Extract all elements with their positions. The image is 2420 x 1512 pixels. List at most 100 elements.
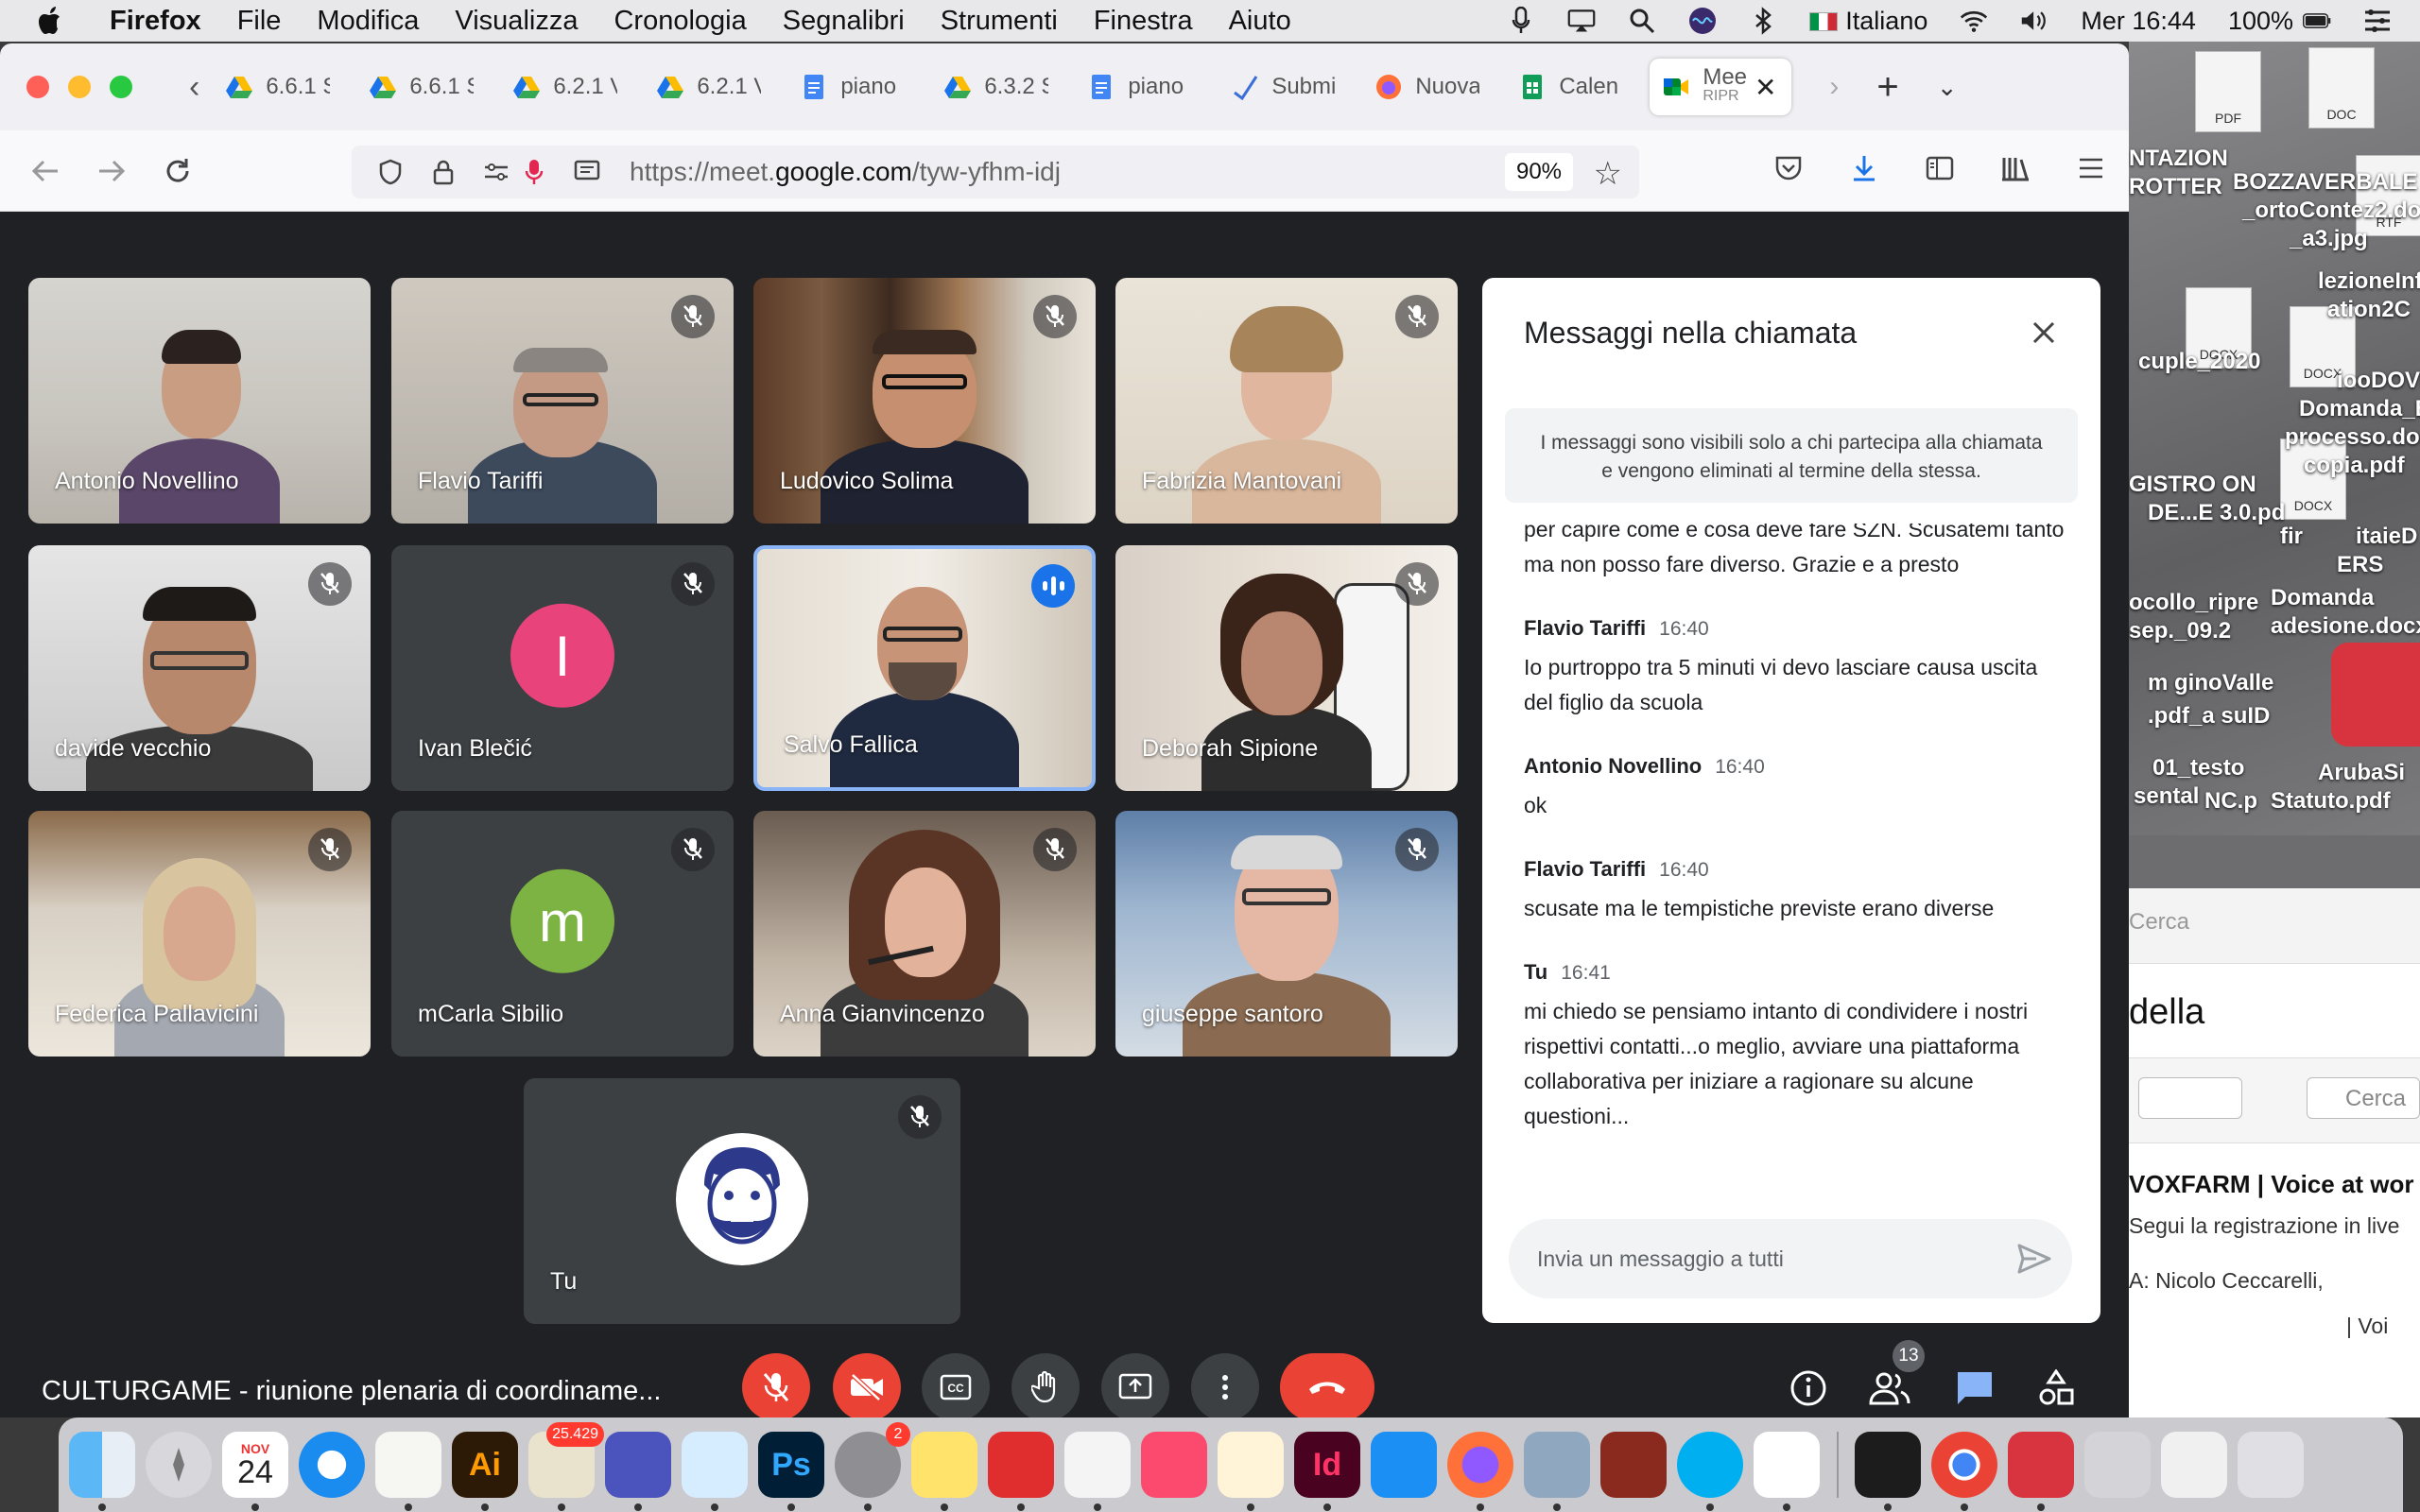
battery-percent[interactable]: 100% (2228, 7, 2293, 36)
participant-tile[interactable]: davide vecchio (28, 545, 371, 791)
list-all-tabs-icon[interactable]: ⌄ (1937, 73, 1958, 102)
desktop-file-label[interactable]: .pdf_a suID (2148, 703, 2270, 730)
tab-close-icon[interactable]: ✕ (1754, 72, 1776, 103)
participant-tile[interactable]: Flavio Tariffi (391, 278, 734, 524)
more-options-button[interactable] (1191, 1353, 1259, 1418)
app-name[interactable]: Firefox (110, 6, 201, 37)
trash-dock-icon[interactable] (2238, 1432, 2304, 1498)
permissions-icon[interactable] (482, 158, 510, 186)
desktop-file-label[interactable]: Domanda (2271, 585, 2374, 611)
chat-icon[interactable] (1953, 1366, 1996, 1410)
desktop-app-red-icon[interactable] (2331, 643, 2420, 747)
sidebar-icon[interactable] (1921, 149, 1959, 187)
desktop-file-icon[interactable]: RTF (2356, 155, 2420, 236)
chat-input[interactable]: Invia un messaggio a tutti (1509, 1219, 2072, 1298)
desktop-file-label[interactable]: ERS (2337, 552, 2383, 578)
meeting-title[interactable]: CULTURGAME - riunione plenaria di coordi… (42, 1376, 694, 1407)
desktop-file-label[interactable]: DE...E 3.0.pd (2148, 500, 2285, 526)
menu-file[interactable]: File (237, 6, 282, 37)
desktop-file-label[interactable]: sep._09.2 (2129, 618, 2231, 644)
close-window-button[interactable] (26, 76, 49, 98)
skype-dock-icon[interactable] (1677, 1432, 1743, 1511)
desktop-file-label[interactable]: GISTRO ON (2129, 472, 2256, 498)
wifi-icon[interactable] (1960, 7, 1988, 35)
library-icon[interactable] (1996, 149, 2034, 187)
bookmark-star-icon[interactable]: ☆ (1594, 155, 1622, 193)
participant-tile[interactable]: Fabrizia Mantovani (1115, 278, 1458, 524)
pages-dock-icon[interactable] (1218, 1432, 1284, 1511)
browser-tab[interactable]: piano (1075, 59, 1205, 115)
bg-dropdown[interactable] (2138, 1077, 2242, 1119)
self-tile[interactable]: Tu (524, 1078, 960, 1324)
desktop-file-label[interactable]: NC.p (2204, 788, 2257, 815)
acrobat-dock-icon[interactable] (988, 1432, 1054, 1511)
bg-search-field[interactable]: Cerca (2307, 1077, 2420, 1119)
notes-dock-icon[interactable] (911, 1432, 977, 1511)
reader-mode-icon[interactable] (573, 158, 601, 186)
launchpad-dock-icon[interactable] (146, 1432, 212, 1498)
mail-dock-icon[interactable]: 25.429 (528, 1422, 604, 1511)
browser-tab[interactable]: Calen (1506, 59, 1636, 115)
shield-icon[interactable] (376, 158, 405, 186)
dictionary-dock-icon[interactable] (1600, 1432, 1667, 1498)
menu-visualizza[interactable]: Visualizza (455, 6, 578, 37)
indesign-dock-icon[interactable]: Id (1294, 1432, 1360, 1511)
browser-tab[interactable]: piano (787, 59, 918, 115)
microphone-status-icon[interactable] (1507, 7, 1535, 35)
remote-app-dock-icon[interactable] (2008, 1432, 2074, 1511)
participant-tile[interactable]: Anna Gianvincenzo (753, 811, 1096, 1057)
siri-icon[interactable] (1688, 7, 1717, 35)
tab-scroll-right-icon[interactable]: › (1829, 71, 1839, 103)
menu-cronologia[interactable]: Cronologia (614, 6, 746, 37)
zoom-window-button[interactable] (110, 76, 132, 98)
spotlight-search-icon[interactable] (1628, 7, 1656, 35)
browser-tab[interactable]: Nuova (1362, 59, 1493, 115)
desktop-file-label[interactable]: BOZZAVERBALE (2233, 169, 2418, 196)
browser-tab[interactable]: 6.3.2 S (931, 59, 1062, 115)
volume-icon[interactable] (2020, 7, 2048, 35)
raise-hand-button[interactable] (1011, 1353, 1080, 1418)
desktop-file-label[interactable]: processo.docx (2285, 424, 2420, 451)
close-chat-icon[interactable] (2025, 314, 2063, 352)
browser-tab[interactable]: 6.6.1 S (356, 59, 487, 115)
browser-tab[interactable]: 6.2.1 V (644, 59, 774, 115)
pocket-icon[interactable] (1770, 149, 1807, 187)
participant-tile[interactable]: Deborah Sipione (1115, 545, 1458, 791)
captions-button[interactable]: CC (922, 1353, 990, 1418)
participants-icon[interactable] (1868, 1366, 1911, 1410)
new-tab-icon[interactable]: + (1876, 66, 1898, 109)
teams-dock-icon[interactable] (605, 1432, 671, 1511)
desktop-file-label[interactable]: Domanda_Bee (2299, 396, 2420, 422)
browser-tab[interactable]: Submi (1219, 59, 1349, 115)
desktop-file-label[interactable]: ROTTER (2129, 174, 2222, 200)
desktop-file-label[interactable]: iooDOVE (2337, 368, 2420, 394)
desktop-file-label[interactable]: m ginoValle (2148, 670, 2273, 696)
numbers-dock-icon[interactable] (1754, 1432, 1820, 1511)
downloads-stack-dock-icon[interactable] (2084, 1432, 2151, 1498)
chrome-dock-icon[interactable] (1931, 1432, 1997, 1511)
photoshop-dock-icon[interactable]: Ps (758, 1432, 824, 1511)
airplay-icon[interactable] (1567, 7, 1596, 35)
desktop-file-label[interactable]: itaieD (2356, 524, 2417, 550)
browser-tab-active[interactable]: Mee RIPR ✕ (1650, 59, 1792, 115)
firefox-dock-icon[interactable] (1447, 1432, 1513, 1511)
forward-arrow-icon[interactable] (91, 150, 132, 192)
desktop-file-label[interactable]: ation2C (2327, 297, 2411, 323)
menu-modifica[interactable]: Modifica (317, 6, 419, 37)
desktop-file-label[interactable]: NTAZION (2129, 146, 2228, 172)
textedit-dock-icon[interactable] (375, 1432, 441, 1511)
battery-icon[interactable] (2303, 7, 2331, 35)
desktop-file-label[interactable]: adesione.docx (2271, 613, 2420, 640)
menu-strumenti[interactable]: Strumenti (941, 6, 1058, 37)
desktop-file-label[interactable]: Statuto.pdf (2271, 788, 2391, 815)
desktop-file-label[interactable]: sental (2134, 783, 2199, 810)
meeting-details-icon[interactable] (1787, 1366, 1830, 1410)
clock[interactable]: Mer 16:44 (2081, 7, 2196, 36)
tab-scroll-left-icon[interactable]: ‹ (189, 69, 199, 106)
desktop-file-label[interactable]: ocollo_ripre (2129, 590, 2258, 616)
participant-tile[interactable]: Ludovico Solima (753, 278, 1096, 524)
menu-segnalibri[interactable]: Segnalibri (783, 6, 905, 37)
microphone-active-icon[interactable] (520, 158, 548, 186)
music-dock-icon[interactable] (1141, 1432, 1207, 1498)
illustrator-dock-icon[interactable]: Ai (452, 1432, 518, 1511)
